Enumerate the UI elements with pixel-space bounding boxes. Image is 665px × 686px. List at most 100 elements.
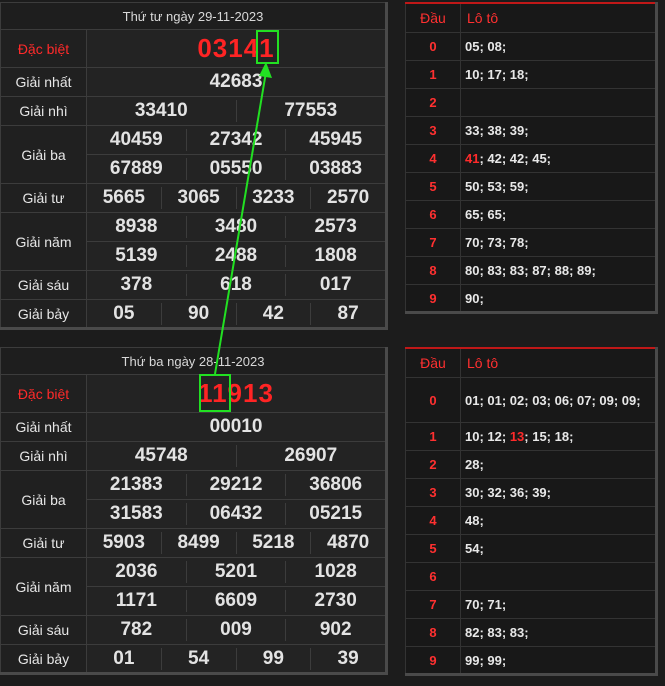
sixth-prize: 782 xyxy=(120,619,153,640)
loto-dau: 2 xyxy=(405,88,461,117)
fourth-prize: 3065 xyxy=(160,187,236,209)
date-title: Thứ ba ngày 28-11-2023 xyxy=(0,347,387,375)
loto-head-dau: Đầu xyxy=(405,2,461,33)
third-prize: 29212 xyxy=(185,474,286,496)
loto-values: 48; xyxy=(460,506,657,535)
loto-values: 05; 08; xyxy=(460,32,657,61)
special-prize: 03141 xyxy=(86,29,387,68)
loto-dau: 8 xyxy=(405,618,461,647)
label-giai-sau: Giải sáu xyxy=(0,615,87,645)
loto-values: 70; 71; xyxy=(460,590,657,619)
sixth-prize: 378 xyxy=(120,274,153,295)
loto-values: 10; 12; 13; 15; 18; xyxy=(460,422,657,451)
loto-values: 65; 65; xyxy=(460,200,657,229)
loto-values: 28; xyxy=(460,450,657,479)
label-giai-sau: Giải sáu xyxy=(0,270,87,300)
third-prize: 40459 xyxy=(109,129,163,150)
loto-values: 54; xyxy=(460,534,657,563)
loto-dau: 2 xyxy=(405,450,461,479)
loto-values: 30; 32; 36; 39; xyxy=(460,478,657,507)
loto-values: 82; 83; 83; xyxy=(460,618,657,647)
loto-dau: 6 xyxy=(405,562,461,591)
fifth-prize: 2573 xyxy=(285,216,385,238)
third-prize: 03883 xyxy=(285,158,385,180)
label-dac-biet: Đặc biệt xyxy=(0,374,87,413)
seventh-prize: 42 xyxy=(235,302,311,325)
fifth-prize: 1028 xyxy=(285,561,385,583)
fourth-prize: 5903 xyxy=(102,532,146,553)
loto-rest: ; 15; 18; xyxy=(524,429,574,444)
loto-rest: ; 42; 42; 45; xyxy=(479,151,552,166)
result-block-29-11: Thứ tư ngày 29-11-2023 Đặc biệt 03141 Gi… xyxy=(0,0,665,341)
label-giai-ba: Giải ba xyxy=(0,470,87,529)
loto-dau: 9 xyxy=(405,646,461,675)
loto-dau: 6 xyxy=(405,200,461,229)
label-giai-tu: Giải tư xyxy=(0,528,87,558)
fifth-prize: 3480 xyxy=(185,216,286,238)
seventh-prize: 39 xyxy=(310,647,385,670)
fourth-prize: 4870 xyxy=(310,532,385,554)
label-giai-nam: Giải năm xyxy=(0,212,87,271)
loto-highlight: 41 xyxy=(465,151,480,166)
loto-values: 50; 53; 59; xyxy=(460,172,657,201)
seventh-prize: 99 xyxy=(235,647,311,670)
loto-dau: 1 xyxy=(405,60,461,89)
third-prize: 06432 xyxy=(185,503,286,525)
label-dac-biet: Đặc biệt xyxy=(0,29,87,68)
loto-dau: 9 xyxy=(405,284,461,313)
loto-dau: 0 xyxy=(405,32,461,61)
third-prize: 31583 xyxy=(109,503,163,524)
loto-highlight: 13 xyxy=(509,429,525,444)
fifth-prize: 6609 xyxy=(185,590,286,612)
loto-values: 90; xyxy=(460,284,657,313)
loto-values xyxy=(460,88,657,117)
loto-values: 80; 83; 83; 87; 88; 89; xyxy=(460,256,657,285)
third-prize: 67889 xyxy=(109,158,163,179)
highlight-box-bottom xyxy=(199,374,231,412)
first-prize: 42683 xyxy=(86,67,387,97)
loto-dau: 5 xyxy=(405,172,461,201)
fifth-prize: 2036 xyxy=(115,561,158,582)
sixth-prize: 618 xyxy=(185,274,286,296)
loto-dau: 7 xyxy=(405,228,461,257)
fifth-prize: 2488 xyxy=(185,245,286,267)
fourth-prize: 3233 xyxy=(235,187,311,209)
seventh-prize: 01 xyxy=(113,647,135,669)
label-giai-nam: Giải năm xyxy=(0,557,87,616)
result-block-28-11: Thứ ba ngày 28-11-2023 Đặc biệt 11913 Gi… xyxy=(0,345,665,686)
fourth-prize: 5665 xyxy=(102,187,146,208)
loto-dau: 3 xyxy=(405,116,461,145)
third-prize: 05215 xyxy=(285,503,385,525)
fourth-prize: 5218 xyxy=(235,532,311,554)
highlight-box-top xyxy=(256,30,279,64)
second-prize: 77553 xyxy=(235,100,386,122)
date-title: Thứ tư ngày 29-11-2023 xyxy=(0,2,387,30)
seventh-prize: 87 xyxy=(310,302,385,325)
fifth-prize: 5139 xyxy=(115,245,158,266)
sixth-prize: 902 xyxy=(285,619,385,641)
loto-values: 33; 38; 39; xyxy=(460,116,657,145)
second-prize: 33410 xyxy=(134,100,188,121)
loto-dau: 4 xyxy=(405,506,461,535)
loto-values: 01; 01; 02; 03; 06; 07; 09; 09; xyxy=(460,377,657,423)
lottery-results-table: Thứ ba ngày 28-11-2023 Đặc biệt 11913 Gi… xyxy=(0,347,388,675)
loto-values xyxy=(460,562,657,591)
second-prize: 45748 xyxy=(134,445,188,466)
label-giai-tu: Giải tư xyxy=(0,183,87,213)
label-giai-nhat: Giải nhất xyxy=(0,67,87,97)
fourth-prize: 8499 xyxy=(160,532,236,554)
label-giai-bay: Giải bảy xyxy=(0,644,87,674)
loto-head-dau: Đầu xyxy=(405,347,461,378)
fifth-prize: 2730 xyxy=(285,590,385,612)
third-prize: 45945 xyxy=(285,129,385,151)
loto-values: 70; 73; 78; xyxy=(460,228,657,257)
lottery-results-table: Thứ tư ngày 29-11-2023 Đặc biệt 03141 Gi… xyxy=(0,2,388,330)
loto-table: Đầu Lô tô 0 05; 08; 1 10; 17; 18; 2 3 33; 38… xyxy=(405,2,658,314)
label-giai-nhat: Giải nhất xyxy=(0,412,87,442)
seventh-prize: 05 xyxy=(113,302,135,324)
label-giai-bay: Giải bảy xyxy=(0,299,87,329)
third-prize: 36806 xyxy=(285,474,385,496)
sixth-prize: 009 xyxy=(185,619,286,641)
loto-values: 41; 42; 42; 45; xyxy=(460,144,657,173)
loto-dau: 1 xyxy=(405,422,461,451)
